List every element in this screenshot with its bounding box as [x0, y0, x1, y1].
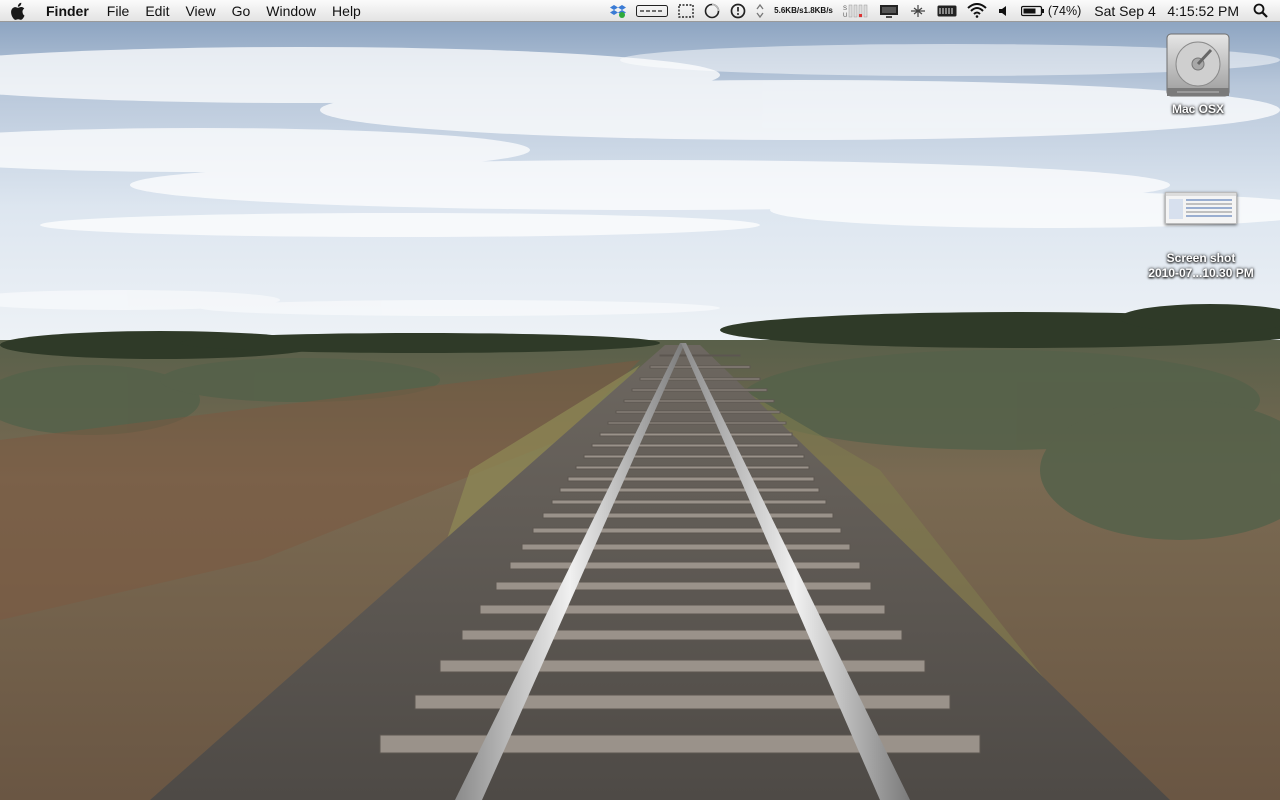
menu-app-finder[interactable]: Finder [38, 0, 99, 22]
menu-bar: Finder File Edit View Go Window Help 5.6… [0, 0, 1280, 22]
desktop-icon-label: Mac OSX [1171, 102, 1225, 116]
battery-icon [1020, 5, 1044, 16]
menu-clock[interactable]: Sat Sep 4 4:15:52 PM [1086, 0, 1249, 22]
svg-text:U: U [843, 13, 847, 19]
volume-icon[interactable] [992, 0, 1016, 22]
apple-menu-icon[interactable] [0, 0, 38, 22]
spotlight-icon[interactable] [1249, 0, 1280, 22]
selection-icon[interactable] [673, 0, 699, 22]
net-speed[interactable]: 5.6KB/s 1.8KB/s [769, 0, 838, 22]
menu-view[interactable]: View [177, 0, 223, 22]
menu-help[interactable]: Help [324, 0, 369, 22]
memory-meter-icon[interactable]: SU [838, 0, 874, 22]
menu-window[interactable]: Window [258, 0, 324, 22]
battery-status[interactable]: (74%) [1016, 0, 1086, 22]
display-icon[interactable] [874, 0, 904, 22]
menu-file[interactable]: File [99, 0, 138, 22]
screenshot-thumbnail-icon [1165, 192, 1237, 224]
menu-go[interactable]: Go [224, 0, 259, 22]
svg-text:S: S [843, 6, 847, 12]
bluetooth-icon[interactable] [904, 0, 932, 22]
railway-landscape-image [0, 0, 1280, 800]
wifi-icon[interactable] [962, 0, 992, 22]
menu-edit[interactable]: Edit [137, 0, 177, 22]
dropbox-icon[interactable] [605, 0, 631, 22]
battery-percent: (74%) [1047, 3, 1082, 18]
desktop-wallpaper [0, 0, 1280, 800]
activity-icon[interactable] [699, 0, 725, 22]
keyboard-icon[interactable] [631, 0, 673, 22]
arrows-icon[interactable] [751, 0, 769, 22]
time-machine-icon[interactable] [725, 0, 751, 22]
net-down-speed: 1.8KB/s [803, 6, 833, 15]
hard-drive-icon [1166, 33, 1230, 97]
desktop-icon-label-line2: 2010-07...10.30 PM [1148, 266, 1254, 280]
net-up-speed: 5.6KB/s [774, 6, 804, 15]
desktop-icon-label-line1: Screen shot [1166, 251, 1236, 265]
desktop-icon-screenshot[interactable]: Screen shot 2010-07...10.30 PM [1130, 192, 1272, 281]
menu-meters-icon[interactable] [932, 0, 962, 22]
desktop-icon-mac-osx[interactable]: Mac OSX [1150, 30, 1246, 117]
